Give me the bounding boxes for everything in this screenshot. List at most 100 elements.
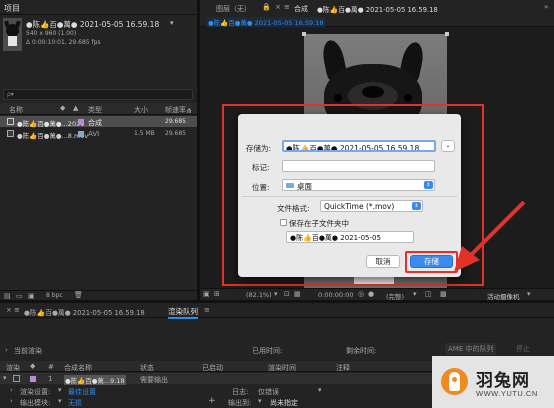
close-tab-icon[interactable]: × bbox=[275, 3, 281, 11]
item-label-color[interactable] bbox=[78, 131, 84, 137]
region-icon[interactable]: ⊡ bbox=[284, 290, 290, 298]
timecode[interactable]: 0:00:00:00 bbox=[318, 291, 354, 299]
render-settings-label: 渲染设置: bbox=[20, 388, 51, 396]
log-value[interactable]: 仅错误 bbox=[258, 387, 279, 397]
output-module-value[interactable]: 无损 bbox=[68, 398, 82, 408]
item-type: 合成 bbox=[88, 119, 102, 127]
item-fps: 29.685 bbox=[165, 130, 186, 137]
interpret-footage-icon[interactable]: ▤ bbox=[4, 292, 11, 300]
viewer-toolbar: ▣ ⊞ (82.1%) ▾ ⊡ ▦ 0:00:00:00 ◎ ● (完整) ▾ … bbox=[200, 288, 554, 301]
tab-close-icon[interactable]: × bbox=[6, 306, 12, 314]
tab-comp-prefix[interactable]: 合成 bbox=[294, 4, 308, 14]
output-to-value[interactable]: 尚未指定 bbox=[270, 398, 298, 408]
comp-duration-info: Δ 0:00:10:01, 29.685 fps bbox=[26, 39, 101, 46]
cancel-button[interactable]: 取消 bbox=[366, 255, 400, 268]
col-render-time[interactable]: 渲染时间 bbox=[268, 363, 296, 373]
remaining-label: 剩余时间: bbox=[346, 347, 377, 355]
viewer-sub-tab[interactable]: ●陈👍百●萬● 2021-05-05 16.59.18 bbox=[206, 17, 326, 27]
zoom-value[interactable]: (82.1%) bbox=[246, 291, 272, 299]
project-item-row[interactable]: ●陈👍百●萬●...8.mov AVI 1.5 MB 29.685 bbox=[0, 128, 197, 140]
project-tab[interactable]: 项目 bbox=[4, 3, 20, 14]
camera-snapshot-icon[interactable]: ◎ bbox=[358, 290, 364, 298]
output-module-label: 输出模块: bbox=[20, 399, 51, 407]
render-settings-value[interactable]: 最佳设置 bbox=[68, 387, 96, 397]
col-size[interactable]: 大小 bbox=[134, 105, 148, 115]
flowchart-icon[interactable]: ⋔ bbox=[186, 107, 192, 115]
comp-name: ●陈👍百●萬● 2021-05-05 16.59.18 bbox=[26, 20, 160, 29]
subfolder-label[interactable]: 保存在子文件夹中 bbox=[289, 218, 349, 229]
lock-icon[interactable]: 🔒 bbox=[262, 3, 271, 11]
comp-size-info: 540 x 960 (1.00) bbox=[26, 30, 77, 37]
tab-comp-timeline[interactable]: ●陈👍百●萬● 2021-05-05 16.59.18 bbox=[24, 307, 145, 317]
col-notes[interactable]: 注释 bbox=[336, 363, 350, 373]
add-output-icon[interactable]: + bbox=[208, 396, 216, 406]
col-name[interactable]: 名称 bbox=[9, 105, 23, 115]
project-columns-header: 名称 ◆ ▲ 类型 大小 帧速率 bbox=[0, 103, 197, 115]
col-label-icon[interactable]: ◆ bbox=[30, 362, 35, 370]
col-status[interactable]: 状态 bbox=[140, 363, 154, 373]
grid-icon[interactable]: ⊞ bbox=[214, 290, 220, 298]
save-as-label: 存储为: bbox=[246, 144, 272, 153]
bpc-label[interactable]: 8 bpc bbox=[46, 292, 63, 299]
subfolder-checkbox[interactable] bbox=[280, 219, 287, 226]
log-dropdown-icon[interactable]: ▾ bbox=[318, 386, 322, 394]
ame-queue-button[interactable]: AME 中的队列 bbox=[445, 343, 497, 355]
col-num[interactable]: # bbox=[48, 363, 54, 371]
tab-render-queue[interactable]: 渲染队列 bbox=[168, 306, 198, 319]
render-tab-menu-icon[interactable]: ≡ bbox=[14, 306, 20, 314]
item-label-color[interactable] bbox=[30, 376, 36, 382]
subfolder-input[interactable]: ●陈👍百●萬● 2021-05-05 bbox=[286, 231, 414, 243]
project-item-row[interactable]: ●陈👍百●萬●...2021 合成 29.685 bbox=[0, 116, 197, 128]
output-to-dropdown-icon[interactable]: ▾ bbox=[258, 397, 262, 405]
new-folder-icon[interactable]: ▭ bbox=[16, 292, 23, 300]
render-checkbox[interactable] bbox=[13, 375, 20, 382]
col-fps[interactable]: 帧速率 bbox=[165, 105, 186, 115]
region-of-interest-icon[interactable]: ◫ bbox=[425, 290, 432, 298]
expand-render-settings-icon[interactable]: › bbox=[10, 386, 13, 394]
tab-comp-name[interactable]: ●陈👍百●萬● 2021-05-05 16.59.18 bbox=[317, 4, 438, 14]
new-comp-icon[interactable]: ▣ bbox=[28, 292, 35, 300]
sort-icon[interactable]: ▲ bbox=[73, 104, 78, 112]
toggle-transparency-icon[interactable]: ▩ bbox=[440, 290, 447, 298]
location-select[interactable]: 桌面 ⇕ bbox=[282, 179, 435, 191]
label-icon: ◆ bbox=[60, 104, 66, 112]
render-item-num: 1 bbox=[48, 375, 53, 383]
output-to-label: 输出到: bbox=[228, 399, 252, 407]
save-as-input[interactable]: ●陈👍百●萬● 2021-05-05 16.59.18 bbox=[282, 140, 436, 152]
transparency-icon[interactable]: ▦ bbox=[294, 290, 301, 298]
project-search-input[interactable]: ρ▾ bbox=[3, 89, 193, 100]
camera-dropdown-icon[interactable]: ▾ bbox=[527, 290, 531, 298]
tags-label: 标记: bbox=[252, 163, 270, 172]
render-queue-menu-icon[interactable]: ≡ bbox=[204, 306, 210, 314]
col-render[interactable]: 渲染 bbox=[6, 363, 20, 373]
col-started[interactable]: 已启动 bbox=[202, 363, 223, 373]
snapshot-icon[interactable]: ▣ bbox=[203, 290, 210, 298]
expand-item-icon[interactable]: ▾ bbox=[3, 374, 7, 382]
expand-dialog-button[interactable]: ⌄ bbox=[441, 140, 455, 152]
tab-layer[interactable]: 图层（无） bbox=[216, 4, 251, 14]
folder-icon bbox=[286, 183, 294, 188]
viewer-menu-icon[interactable]: ≡ bbox=[284, 3, 290, 11]
delete-icon[interactable]: 🗑 bbox=[74, 291, 83, 299]
col-comp-name[interactable]: 合成名称 bbox=[64, 363, 92, 373]
output-module-dropdown-icon[interactable]: ▾ bbox=[58, 397, 62, 405]
zoom-dropdown-icon[interactable]: ▾ bbox=[274, 290, 278, 298]
show-channel-icon[interactable]: ● bbox=[368, 290, 374, 298]
tags-input[interactable] bbox=[282, 160, 435, 172]
project-panel: 项目 ●陈👍百●萬● 2021-05-05 16.59.18 ▾ 540 x 9… bbox=[0, 0, 197, 300]
stop-button[interactable]: 停止 bbox=[516, 344, 530, 354]
item-name: ●陈👍百●萬●...2021 bbox=[17, 120, 85, 128]
resolution-dropdown-icon[interactable]: ▾ bbox=[413, 290, 417, 298]
watermark: 羽兔网 WWW.YUTU.CN bbox=[432, 356, 554, 408]
viewer-overflow-icon[interactable]: » bbox=[544, 3, 548, 11]
current-render-toggle-icon[interactable]: › bbox=[5, 346, 8, 354]
expand-output-module-icon[interactable]: › bbox=[10, 397, 13, 405]
composition-icon bbox=[7, 118, 14, 125]
format-dropdown-icon: ⇕ bbox=[412, 202, 421, 210]
comp-name-dropdown-icon[interactable]: ▾ bbox=[170, 19, 174, 27]
col-type[interactable]: 类型 bbox=[88, 105, 102, 115]
format-select[interactable]: QuickTime (*.mov) ⇕ bbox=[320, 200, 423, 212]
item-label-color[interactable] bbox=[78, 119, 84, 125]
search-icon: ρ▾ bbox=[7, 91, 14, 98]
render-settings-dropdown-icon[interactable]: ▾ bbox=[58, 386, 62, 394]
